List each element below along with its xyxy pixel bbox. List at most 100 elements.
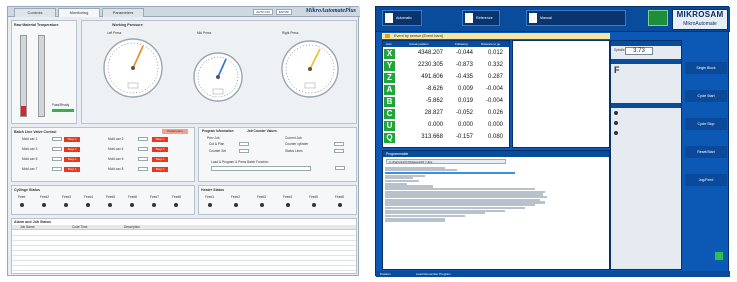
spindle-feed-panel: Spindle 3.73 F	[610, 40, 682, 270]
heater-label-2: Feed2	[231, 195, 241, 199]
tab-controls[interactable]: Controls	[14, 8, 56, 17]
mikrosam-logo: MIKROSAM MikroAutomate	[672, 9, 728, 30]
valves-parameters-button[interactable]: Parameters	[162, 129, 188, 134]
brand-logo: MikroAutomatePlus	[305, 8, 356, 14]
side-reset-button[interactable]: Reset/Start	[685, 146, 727, 158]
ready-indicator	[52, 109, 74, 112]
axis-col-following: Following	[455, 42, 468, 46]
temperature-bar-track	[20, 35, 27, 117]
status-program: Load Remember Program	[416, 272, 451, 276]
load-program-field[interactable]	[211, 166, 311, 171]
program-input-counter-set[interactable]	[239, 149, 249, 153]
axis-col-distance: Distance to go	[481, 42, 501, 46]
cylinder-label-6: Feed6	[128, 195, 138, 199]
program-input-counter-cyl[interactable]	[334, 142, 344, 146]
alarm-col-job: Job Name	[20, 225, 35, 229]
gauge-title-right: Right Press	[282, 31, 299, 35]
program-tab-info[interactable]: Program Information	[202, 129, 234, 133]
cylinder-label-8: Feed8	[172, 195, 182, 199]
program-input-status-lines[interactable]	[334, 149, 344, 153]
axis-label-c: C	[384, 109, 395, 119]
valve-input-8[interactable]	[138, 167, 148, 171]
alert-banner: Event by sensor (Event bard)	[382, 33, 610, 39]
axis-actual-y: 2230.305	[417, 62, 443, 68]
valve-input-7[interactable]	[52, 167, 62, 171]
alarm-panel-title: Alarm and Job Status	[14, 220, 51, 224]
axis-following-u: 0.000	[457, 122, 473, 128]
program-field-counter-set: Counter Set	[209, 149, 227, 153]
axis-distance-b: -0.004	[485, 98, 503, 104]
heater-indicator-3	[260, 203, 264, 207]
cylinder-status-title: Cyllinge Status	[14, 188, 40, 192]
alarm-row-line	[12, 235, 356, 236]
axis-actual-u: 0.000	[427, 122, 443, 128]
valve-input-4[interactable]	[138, 147, 148, 151]
side-cycle-start-button[interactable]: Cycle Start	[685, 90, 727, 102]
valve-button-5[interactable]: Stop 1 Valve	[64, 157, 80, 166]
status-position: Position	[380, 272, 391, 276]
heater-indicator-6	[338, 203, 342, 207]
axis-distance-z: 0.287	[487, 74, 503, 80]
mikroautomate-subtitle: MikroAutomate	[683, 21, 717, 27]
valve-label-4: Mold cav 4	[108, 147, 124, 151]
gauges-panel-title: Working Pressure	[112, 23, 143, 27]
valve-input-1[interactable]	[52, 137, 62, 141]
axis-following-c: -0.052	[455, 110, 473, 116]
heater-indicator-1	[208, 203, 212, 207]
valve-button-7[interactable]: Stop 1 Valve	[64, 167, 80, 176]
side-jog-feed-button[interactable]: Jog/Feed	[685, 174, 727, 186]
axis-distance-c: 0.026	[487, 110, 503, 116]
heater-status-title: Heater Status	[201, 188, 225, 192]
toolbar-manual-label: Manual	[540, 16, 552, 20]
toolbar-reference-label: Reference	[476, 16, 493, 20]
tab-monitoring[interactable]: Monitoring	[58, 8, 100, 17]
valve-input-2[interactable]	[138, 137, 148, 141]
spindle-header	[611, 41, 681, 46]
valve-button-2[interactable]: Stop 1 Valve	[152, 137, 168, 146]
heater-label-3: Feed3	[257, 195, 267, 199]
machine-state-indicator	[648, 10, 668, 26]
right-cnc-screen: Automatic Reference Manual MIKROSAM Mikr…	[375, 6, 730, 277]
auto-status-pill: AUTO ON	[253, 9, 273, 15]
valve-button-6[interactable]: Stop 1 Valve	[152, 157, 168, 166]
heater-label-6: Feed6	[335, 195, 345, 199]
axis-following-b: 0.019	[457, 98, 473, 104]
valve-button-8[interactable]: Stop 1 Valve	[152, 167, 168, 176]
alarm-col-desc: Description	[124, 225, 140, 229]
cylinder-indicator-3	[64, 203, 68, 207]
axis-actual-a: -8.626	[425, 86, 443, 92]
right-side-buttons: Single Block Cycle Start Cycle Stop Rese…	[685, 40, 727, 270]
side-cycle-stop-button[interactable]: Cycle Stop	[685, 118, 727, 130]
program-file-path[interactable]: C:\Parts\147070\Saved\15 7-tbls	[386, 159, 506, 164]
toolbar-reference-button[interactable]: Reference	[462, 10, 500, 26]
axis-label-z: Z	[384, 73, 395, 83]
automatic-icon	[385, 13, 393, 23]
valve-input-6[interactable]	[138, 157, 148, 161]
cylinder-indicator-5	[108, 203, 112, 207]
gauge-title-left: Left Press	[107, 31, 122, 35]
position-input[interactable]	[335, 166, 345, 170]
valve-button-1[interactable]: Stop 1 Valve	[64, 137, 80, 146]
program-tab-counter[interactable]: Job Counter Values	[247, 129, 277, 133]
tool-indicator	[614, 121, 618, 125]
toolbar-manual-button[interactable]: Manual	[526, 10, 626, 26]
program-input-cut-plan[interactable]	[239, 142, 249, 146]
valve-label-8: Mold cav 8	[108, 167, 124, 171]
valve-input-3[interactable]	[52, 147, 62, 151]
cylinder-label-2: Feed2	[40, 195, 50, 199]
program-listing-header: Programmable	[383, 151, 609, 157]
heater-label-4: Feed4	[283, 195, 293, 199]
axis-label-y: Y	[384, 61, 395, 71]
cylinder-label-3: Feed3	[62, 195, 72, 199]
valve-button-3[interactable]: Stop 1 Valve	[64, 147, 80, 156]
axis-actual-c: 28.827	[424, 110, 443, 116]
right-top-bar: Automatic Reference Manual MIKROSAM Mikr…	[376, 7, 730, 32]
valve-button-4[interactable]: Stop 1 Valve	[152, 147, 168, 156]
tab-parameters[interactable]: Parameters	[102, 8, 144, 17]
gauge-title-mid: Mid Press	[197, 31, 212, 35]
axis-label-u: U	[384, 121, 395, 131]
toolbar-automatic-button[interactable]: Automatic	[382, 10, 422, 26]
side-single-block-button[interactable]: Single Block	[685, 62, 727, 74]
valve-input-5[interactable]	[52, 157, 62, 161]
axis-following-y: -0.873	[455, 62, 473, 68]
